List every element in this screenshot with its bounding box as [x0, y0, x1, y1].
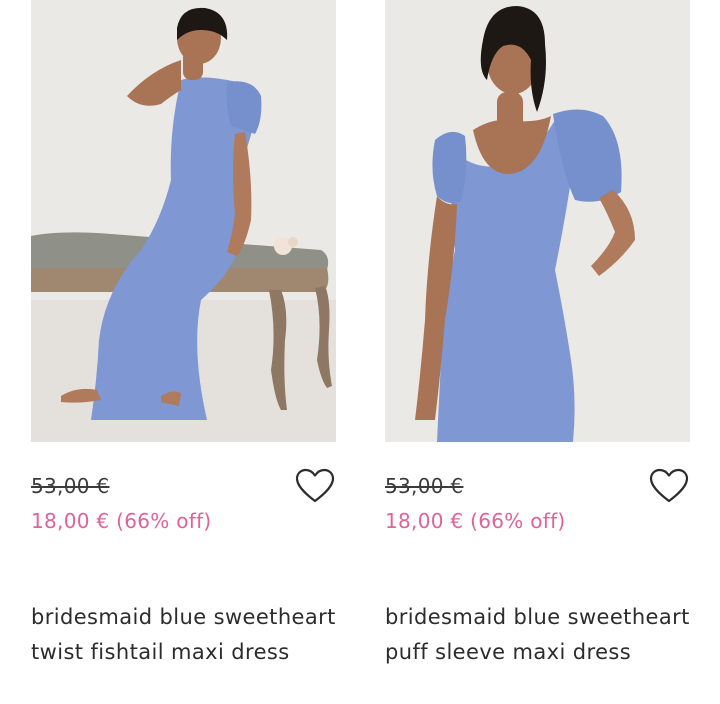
sale-price: 18,00 € (66% off): [385, 509, 566, 533]
heart-outline-icon[interactable]: [649, 468, 689, 504]
product-card[interactable]: 53,00 € 18,00 € (66% off) bridesmaid blu…: [31, 0, 336, 704]
product-grid: 53,00 € 18,00 € (66% off) bridesmaid blu…: [0, 0, 720, 704]
original-price: 53,00 €: [31, 474, 110, 498]
heart-outline-icon[interactable]: [295, 468, 335, 504]
sale-price: 18,00 € (66% off): [31, 509, 212, 533]
product-card[interactable]: 53,00 € 18,00 € (66% off) bridesmaid blu…: [385, 0, 690, 704]
product-title[interactable]: bridesmaid blue sweetheart puff sleeve m…: [385, 600, 695, 670]
product-image[interactable]: [385, 0, 690, 442]
product-image[interactable]: [31, 0, 336, 442]
original-price: 53,00 €: [385, 474, 464, 498]
product-title[interactable]: bridesmaid blue sweetheart twist fishtai…: [31, 600, 341, 670]
